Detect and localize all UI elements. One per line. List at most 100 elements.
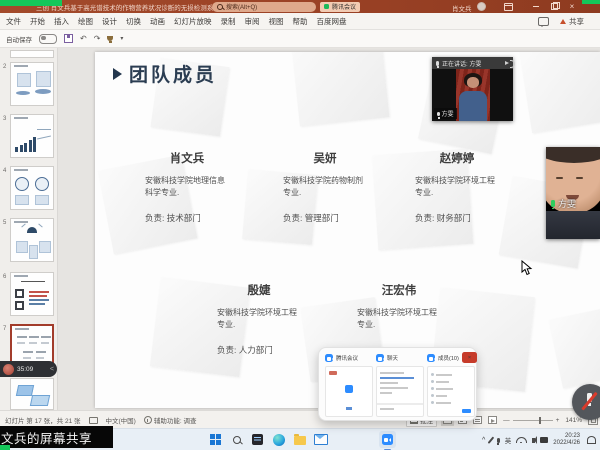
avatar[interactable] bbox=[477, 2, 486, 11]
member-block[interactable]: 肖文兵 安徽科技学院地理信息科学专业. 负责: 技术部门 bbox=[145, 150, 229, 224]
restore-button[interactable] bbox=[546, 0, 562, 13]
account-name[interactable]: 肖文兵 bbox=[452, 3, 472, 13]
close-button[interactable]: × bbox=[564, 0, 580, 13]
comments-icon[interactable] bbox=[538, 17, 549, 26]
video-figure bbox=[576, 177, 583, 179]
slide-counter[interactable]: 幻灯片 第 17 张，共 21 张 bbox=[5, 415, 81, 425]
member-block[interactable]: 吴妍 安徽科技学院药物制剂专业. 负责: 管理部门 bbox=[283, 150, 367, 224]
slideshow-view-button[interactable] bbox=[488, 416, 497, 424]
tab-file[interactable]: 文件 bbox=[6, 16, 21, 27]
preview-thumbnail[interactable] bbox=[427, 366, 475, 417]
tab-draw[interactable]: 绘图 bbox=[78, 16, 93, 27]
taskbar-edge[interactable] bbox=[271, 432, 286, 447]
minimize-button[interactable] bbox=[528, 0, 544, 13]
display-settings-icon[interactable] bbox=[89, 417, 98, 424]
meeting-float-bar[interactable]: 35:09 < bbox=[0, 361, 57, 377]
slide-thumbnail-partial-bottom[interactable] bbox=[10, 378, 54, 410]
preview-graphic bbox=[436, 395, 447, 397]
thumbnail-graphic bbox=[29, 336, 39, 338]
slide-title[interactable]: 团队成员 bbox=[113, 60, 217, 87]
preview-graphic bbox=[377, 403, 423, 405]
tab-baidu-netdisk[interactable]: 百度网盘 bbox=[317, 16, 347, 27]
language-status[interactable]: 中文(中国) bbox=[106, 415, 136, 425]
member-block[interactable]: 赵婷婷 安徽科技学院环境工程专业. 负责: 财务部门 bbox=[415, 150, 499, 224]
member-block[interactable]: 汪宏伟 安徽科技学院环境工程专业. bbox=[357, 282, 441, 344]
preview-card-chat[interactable]: 聊天 bbox=[376, 352, 422, 363]
share-button[interactable]: 共享 bbox=[556, 15, 588, 28]
start-slideshow-icon[interactable] bbox=[107, 36, 113, 41]
taskbar-file-explorer[interactable] bbox=[292, 432, 307, 447]
taskbar-clock[interactable]: 20:23 2022/4/26 bbox=[553, 433, 580, 447]
tab-review[interactable]: 审阅 bbox=[245, 16, 260, 27]
tab-record[interactable]: 录制 bbox=[221, 16, 236, 27]
preview-thumbnail[interactable] bbox=[376, 366, 424, 417]
taskbar-search-button[interactable] bbox=[229, 432, 244, 447]
thumbnail-graphic bbox=[15, 195, 29, 205]
pen-tray-icon[interactable] bbox=[488, 436, 494, 443]
preview-card-meeting[interactable]: 腾讯会议 bbox=[325, 352, 371, 363]
preview-thumbnail[interactable] bbox=[325, 366, 373, 417]
unmute-button[interactable] bbox=[572, 384, 600, 420]
meeting-video-window-large[interactable]: 方雯 bbox=[546, 147, 600, 239]
member-block[interactable]: 殷婕 安徽科技学院环境工程专业. 负责: 人力部门 bbox=[217, 282, 301, 356]
preview-graphic bbox=[380, 408, 394, 410]
zoom-slider[interactable]: — + bbox=[503, 417, 559, 424]
tab-slideshow[interactable]: 幻灯片放映 bbox=[174, 16, 212, 27]
tab-animations[interactable]: 动画 bbox=[150, 16, 165, 27]
tab-design[interactable]: 设计 bbox=[102, 16, 117, 27]
collapse-icon[interactable]: < bbox=[50, 366, 54, 373]
zoom-out-button[interactable]: — bbox=[503, 417, 510, 424]
slide-thumbnail-17[interactable] bbox=[10, 272, 54, 316]
tablet-icon[interactable] bbox=[540, 437, 548, 443]
tab-insert[interactable]: 插入 bbox=[54, 16, 69, 27]
notification-bell-icon[interactable] bbox=[587, 436, 596, 444]
taskbar-app-dark[interactable] bbox=[250, 432, 265, 447]
search-input[interactable]: 搜索(Alt+Q) bbox=[212, 2, 316, 12]
tab-transitions[interactable]: 切换 bbox=[126, 16, 141, 27]
thumbnail-graphic bbox=[30, 395, 50, 406]
system-tray: ^ 英 20:23 2022/4/26 bbox=[482, 429, 596, 450]
tab-help[interactable]: 帮助 bbox=[293, 16, 308, 27]
ime-indicator[interactable]: 英 bbox=[505, 435, 512, 445]
slide-thumbnail-14[interactable] bbox=[10, 114, 54, 158]
meeting-video-window[interactable]: 正在讲话: 方雯 方雯 bbox=[432, 57, 513, 121]
tab-home[interactable]: 开始 bbox=[30, 16, 45, 27]
taskbar-mail[interactable] bbox=[313, 432, 328, 447]
ribbon-display-options-button[interactable] bbox=[500, 0, 516, 13]
zoom-in-button[interactable]: + bbox=[556, 417, 560, 424]
window-title: 三创 肖文兵基于高光谱技术的作物营养状况诊断的无损检测系统 ▾ bbox=[36, 2, 225, 12]
save-icon[interactable] bbox=[64, 34, 73, 43]
meeting-camera-icon bbox=[427, 354, 435, 362]
slide-number: 6 bbox=[3, 274, 6, 280]
preview-graphic bbox=[436, 381, 449, 383]
preview-card-members[interactable]: 成员(10) × bbox=[427, 352, 473, 363]
close-preview-button[interactable]: × bbox=[462, 352, 477, 363]
customize-qat-icon[interactable]: ▾ bbox=[120, 36, 123, 42]
speaker-icon[interactable] bbox=[532, 438, 535, 443]
slide-thumbnail-13[interactable] bbox=[10, 62, 54, 106]
slide-thumbnail-15[interactable] bbox=[10, 166, 54, 210]
tab-view[interactable]: 视图 bbox=[269, 16, 284, 27]
slide-thumbnail-partial-top[interactable] bbox=[10, 50, 54, 58]
tray-chevron-icon[interactable]: ^ bbox=[482, 437, 485, 444]
zoom-percentage[interactable]: 141% bbox=[565, 417, 582, 424]
taskbar-tencent-meeting[interactable] bbox=[379, 431, 396, 448]
mic-tray-icon[interactable] bbox=[497, 438, 500, 443]
clock-date: 2022/4/26 bbox=[553, 440, 580, 447]
start-button[interactable] bbox=[208, 432, 223, 447]
zoom-thumb[interactable] bbox=[539, 417, 542, 424]
undo-icon[interactable]: ↶ bbox=[80, 35, 87, 43]
folder-icon bbox=[294, 436, 306, 445]
screen: 三创 肖文兵基于高光谱技术的作物营养状况诊断的无损检测系统 ▾ 搜索(Alt+Q… bbox=[0, 0, 600, 450]
preview-graphic bbox=[380, 392, 392, 394]
wifi-icon[interactable] bbox=[516, 437, 527, 443]
mouse-cursor bbox=[521, 260, 533, 276]
meeting-camera-icon bbox=[325, 354, 333, 362]
accessibility-status[interactable]: 辅助功能: 调查 bbox=[144, 415, 197, 425]
slide-thumbnail-current[interactable] bbox=[10, 324, 54, 364]
meeting-share-indicator[interactable]: 腾讯会议 bbox=[320, 2, 360, 12]
autosave-toggle[interactable] bbox=[39, 34, 57, 44]
redo-icon[interactable]: ↷ bbox=[94, 35, 101, 43]
zoom-track[interactable] bbox=[513, 420, 553, 421]
slide-thumbnail-16[interactable] bbox=[10, 218, 54, 262]
